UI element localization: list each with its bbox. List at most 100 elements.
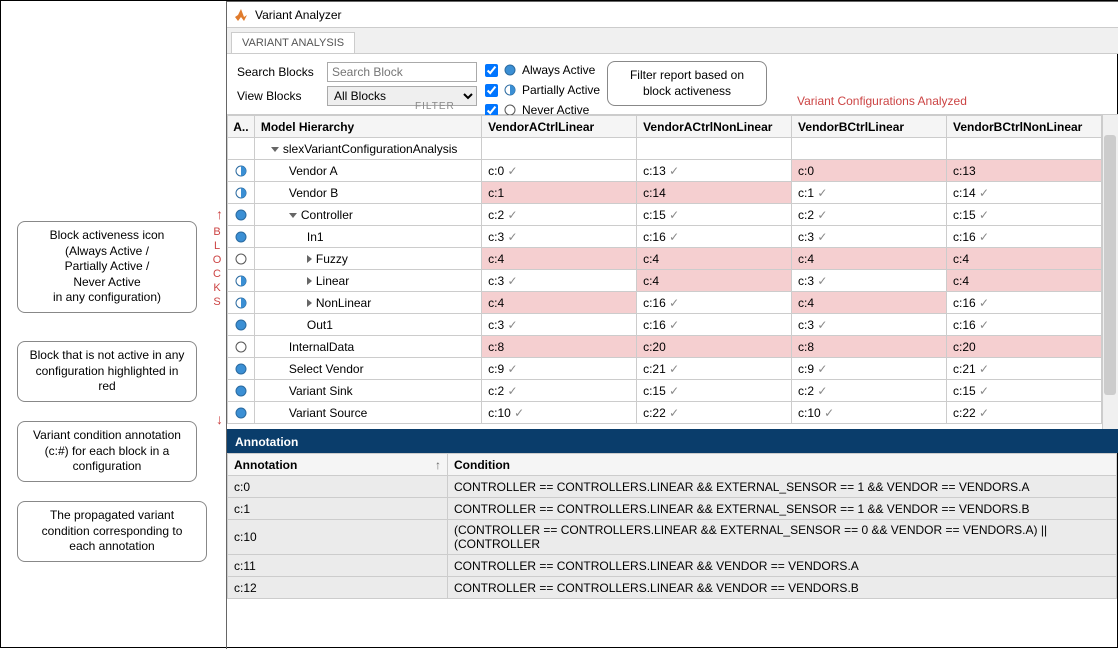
table-row[interactable]: In1c:3c:16c:3c:16	[228, 226, 1102, 248]
col-config-3[interactable]: VendorBCtrlLinear	[792, 116, 947, 138]
activeness-icon	[228, 248, 255, 270]
sort-arrow-icon[interactable]: ↑	[435, 458, 441, 472]
cell-value	[482, 138, 637, 160]
table-row[interactable]: Select Vendorc:9c:21c:9c:21	[228, 358, 1102, 380]
callout-inactive-red: Block that is not active in any configur…	[17, 341, 197, 402]
cell-value: c:4	[637, 248, 792, 270]
annotation-id: c:1	[228, 498, 448, 520]
always-active-label: Always Active	[522, 63, 595, 77]
annotation-id: c:12	[228, 577, 448, 599]
partially-active-checkbox[interactable]	[485, 84, 498, 97]
cell-value: c:4	[482, 292, 637, 314]
col-config-1[interactable]: VendorACtrlLinear	[482, 116, 637, 138]
annotation-row[interactable]: c:0CONTROLLER == CONTROLLERS.LINEAR && E…	[228, 476, 1117, 498]
annotation-row[interactable]: c:10(CONTROLLER == CONTROLLERS.LINEAR &&…	[228, 520, 1117, 555]
activeness-icon	[228, 358, 255, 380]
tab-bar: VARIANT ANALYSIS	[227, 28, 1118, 54]
annotation-id: c:11	[228, 555, 448, 577]
cell-value: c:16	[947, 292, 1102, 314]
titlebar: Variant Analyzer	[227, 2, 1118, 28]
table-row[interactable]: Controllerc:2c:15c:2c:15	[228, 204, 1102, 226]
cell-value: c:0	[792, 160, 947, 182]
hierarchy-name[interactable]: Variant Sink	[254, 380, 481, 402]
cell-value: c:16	[947, 314, 1102, 336]
table-row[interactable]: NonLinearc:4c:16c:4c:16	[228, 292, 1102, 314]
col-annotation[interactable]: Annotation↑	[228, 454, 448, 476]
hierarchy-name[interactable]: InternalData	[254, 336, 481, 358]
tab-variant-analysis[interactable]: VARIANT ANALYSIS	[231, 32, 355, 53]
cell-value: c:14	[637, 182, 792, 204]
annotation-section-header: Annotation	[227, 431, 1118, 453]
activeness-icon	[228, 336, 255, 358]
hierarchy-name[interactable]: Fuzzy	[254, 248, 481, 270]
cell-value: c:9	[792, 358, 947, 380]
hierarchy-name[interactable]: slexVariantConfigurationAnalysis	[254, 138, 481, 160]
cell-value: c:4	[637, 270, 792, 292]
configurations-analyzed-label: Variant Configurations Analyzed	[797, 94, 967, 108]
cell-value: c:8	[482, 336, 637, 358]
hierarchy-name[interactable]: Select Vendor	[254, 358, 481, 380]
annotation-id: c:10	[228, 520, 448, 555]
matlab-icon	[233, 7, 249, 23]
hierarchy-name[interactable]: Controller	[254, 204, 481, 226]
annotation-row[interactable]: c:12CONTROLLER == CONTROLLERS.LINEAR && …	[228, 577, 1117, 599]
activeness-icon	[228, 160, 255, 182]
hierarchy-name[interactable]: NonLinear	[254, 292, 481, 314]
cell-value: c:3	[482, 270, 637, 292]
cell-value	[792, 138, 947, 160]
search-input[interactable]	[327, 62, 477, 82]
hierarchy-name[interactable]: Out1	[254, 314, 481, 336]
table-row[interactable]: Variant Sourcec:10c:22c:10c:22	[228, 402, 1102, 424]
annotation-row[interactable]: c:11CONTROLLER == CONTROLLERS.LINEAR && …	[228, 555, 1117, 577]
activeness-icon	[228, 270, 255, 292]
cell-value: c:4	[947, 248, 1102, 270]
table-row[interactable]: slexVariantConfigurationAnalysis	[228, 138, 1102, 160]
cell-value: c:3	[792, 314, 947, 336]
always-active-checkbox[interactable]	[485, 64, 498, 77]
cell-value	[637, 138, 792, 160]
cell-value: c:10	[792, 402, 947, 424]
vertical-scrollbar[interactable]	[1102, 115, 1118, 431]
col-activeness[interactable]: A..	[228, 116, 255, 138]
cell-value: c:16	[637, 292, 792, 314]
cell-value: c:15	[947, 204, 1102, 226]
hierarchy-name[interactable]: Linear	[254, 270, 481, 292]
cell-value: c:4	[482, 248, 637, 270]
cell-value: c:9	[482, 358, 637, 380]
activeness-icon	[228, 182, 255, 204]
cell-value: c:15	[637, 204, 792, 226]
table-row[interactable]: InternalDatac:8c:20c:8c:20	[228, 336, 1102, 358]
cell-value: c:21	[637, 358, 792, 380]
activeness-icon	[228, 138, 255, 160]
hierarchy-name[interactable]: In1	[254, 226, 481, 248]
cell-value: c:2	[792, 380, 947, 402]
annotation-id: c:0	[228, 476, 448, 498]
table-row[interactable]: Out1c:3c:16c:3c:16	[228, 314, 1102, 336]
hierarchy-name[interactable]: Vendor A	[254, 160, 481, 182]
cell-value: c:22	[947, 402, 1102, 424]
cell-value: c:3	[482, 226, 637, 248]
cell-value: c:1	[482, 182, 637, 204]
hierarchy-name[interactable]: Variant Source	[254, 402, 481, 424]
table-row[interactable]: Vendor Ac:0c:13c:0c:13	[228, 160, 1102, 182]
cell-value: c:2	[482, 204, 637, 226]
col-condition[interactable]: Condition	[448, 454, 1117, 476]
table-row[interactable]: Variant Sinkc:2c:15c:2c:15	[228, 380, 1102, 402]
table-row[interactable]: Linearc:3c:4c:3c:4	[228, 270, 1102, 292]
hierarchy-name[interactable]: Vendor B	[254, 182, 481, 204]
table-row[interactable]: Fuzzyc:4c:4c:4c:4	[228, 248, 1102, 270]
search-blocks-label: Search Blocks	[237, 65, 319, 79]
activeness-icon	[228, 226, 255, 248]
col-config-2[interactable]: VendorACtrlNonLinear	[637, 116, 792, 138]
table-row[interactable]: Vendor Bc:1c:14c:1c:14	[228, 182, 1102, 204]
col-config-4[interactable]: VendorBCtrlNonLinear	[947, 116, 1102, 138]
always-active-icon	[504, 64, 516, 76]
cell-value	[947, 138, 1102, 160]
cell-value: c:2	[482, 380, 637, 402]
scrollbar-thumb[interactable]	[1104, 135, 1116, 395]
cell-value: c:3	[482, 314, 637, 336]
annotation-row[interactable]: c:1CONTROLLER == CONTROLLERS.LINEAR && E…	[228, 498, 1117, 520]
annotation-condition: CONTROLLER == CONTROLLERS.LINEAR && VEND…	[448, 555, 1117, 577]
col-hierarchy[interactable]: Model Hierarchy	[254, 116, 481, 138]
hierarchy-table: A.. Model Hierarchy VendorACtrlLinear Ve…	[227, 115, 1102, 424]
